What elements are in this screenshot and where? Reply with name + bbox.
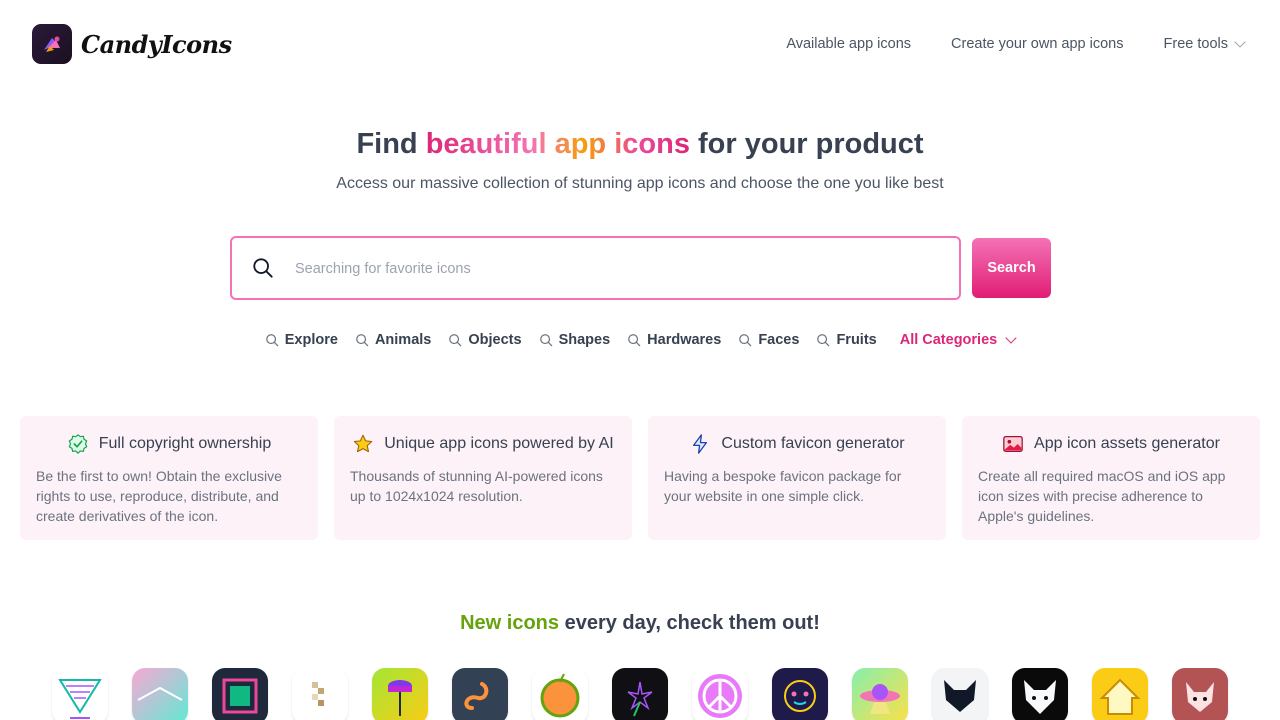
search-input[interactable] — [295, 256, 935, 282]
hero-title-highlight: beautiful app icons — [425, 128, 690, 160]
app-icon-ufo[interactable] — [852, 668, 908, 720]
category-label: Fruits — [836, 332, 877, 348]
brand-logo[interactable]: CandyIcons — [32, 24, 232, 64]
feature-card-copyright: Full copyright ownership Be the first to… — [20, 416, 318, 540]
nav-free-tools[interactable]: Free tools — [1163, 36, 1246, 52]
feature-description: Be the first to own! Obtain the exclusiv… — [36, 468, 282, 524]
feature-description: Having a bespoke favicon package for you… — [664, 468, 902, 504]
category-label: Animals — [374, 332, 432, 348]
feature-title: Custom favicon generator — [721, 435, 905, 452]
search-icon — [739, 334, 752, 347]
app-icon-funnel[interactable] — [52, 668, 108, 720]
star-icon — [353, 434, 373, 453]
feature-title: App icon assets generator — [1034, 435, 1220, 452]
new-icons-heading: New icons every day, check them out! — [0, 612, 1280, 635]
search-icon — [817, 334, 830, 347]
lightning-icon — [693, 434, 708, 454]
category-shapes[interactable]: Shapes — [539, 332, 611, 348]
app-icon-swan[interactable] — [452, 668, 508, 720]
app-icon-house[interactable] — [1092, 668, 1148, 720]
search-icon — [449, 334, 462, 347]
category-animals[interactable]: Animals — [355, 332, 431, 348]
app-icon-peace[interactable] — [692, 668, 748, 720]
app-icon-grill[interactable] — [372, 668, 428, 720]
app-icon-wolf[interactable] — [1012, 668, 1068, 720]
new-icons-grid — [52, 668, 1228, 720]
search-icon — [539, 334, 552, 347]
category-objects[interactable]: Objects — [448, 332, 522, 348]
site-header: CandyIcons Available app icons Create yo… — [0, 0, 1280, 88]
hero-title-pre: Find — [356, 128, 426, 160]
feature-card-assets: App icon assets generator Create all req… — [962, 416, 1260, 540]
app-icon-pixel[interactable] — [292, 668, 348, 720]
feature-card-favicon: Custom favicon generator Having a bespok… — [648, 416, 946, 540]
app-icon-frame[interactable] — [212, 668, 268, 720]
chevron-down-icon — [1005, 332, 1017, 344]
new-icons-highlight: New icons — [460, 612, 560, 634]
category-bar: Explore Animals Objects Shapes Hardwares… — [0, 332, 1280, 348]
category-fruits[interactable]: Fruits — [816, 332, 877, 348]
nav-create-icons[interactable]: Create your own app icons — [951, 36, 1124, 52]
category-label: Hardwares — [647, 332, 722, 348]
all-categories-dropdown[interactable]: All Categories — [899, 332, 1017, 348]
category-label: Shapes — [558, 332, 611, 348]
search-button[interactable]: Search — [972, 238, 1051, 298]
app-icon-monkey[interactable] — [772, 668, 828, 720]
search-icon — [356, 334, 369, 347]
feature-header: Unique app icons powered by AI — [350, 432, 616, 456]
search-icon — [253, 258, 273, 278]
hero-title: Find beautiful app icons for your produc… — [0, 128, 1280, 161]
logo-icon — [32, 24, 72, 64]
feature-header: App icon assets generator — [978, 432, 1244, 456]
app-icon-peach[interactable] — [532, 668, 588, 720]
brand-name: CandyIcons — [81, 29, 232, 59]
feature-description: Thousands of stunning AI-powered icons u… — [350, 468, 603, 504]
hero-subtitle: Access our massive collection of stunnin… — [336, 175, 944, 192]
category-label: Objects — [468, 332, 522, 348]
image-icon — [1003, 436, 1023, 452]
app-icon-fox-dark[interactable] — [932, 668, 988, 720]
shield-check-icon — [68, 434, 88, 454]
app-icon-fox-red[interactable] — [1172, 668, 1228, 720]
category-explore[interactable]: Explore — [265, 332, 338, 348]
feature-header: Custom favicon generator — [664, 432, 930, 456]
hero-title-post: for your product — [689, 128, 924, 160]
category-label: Explore — [284, 332, 338, 348]
category-faces[interactable]: Faces — [738, 332, 799, 348]
nav-available-icons[interactable]: Available app icons — [786, 36, 911, 52]
search-bar — [230, 236, 961, 300]
category-label: Faces — [758, 332, 800, 348]
feature-description: Create all required macOS and iOS app ic… — [978, 468, 1226, 524]
search-icon — [628, 334, 641, 347]
feature-title: Full copyright ownership — [98, 435, 272, 452]
app-icon-wave[interactable] — [132, 668, 188, 720]
search-icon — [265, 334, 279, 347]
new-icons-rest: every day, check them out! — [559, 612, 820, 634]
all-categories-label: All Categories — [899, 332, 998, 348]
feature-title: Unique app icons powered by AI — [384, 435, 614, 452]
feature-card-ai: Unique app icons powered by AI Thousands… — [334, 416, 632, 540]
nav-free-tools-label: Free tools — [1163, 36, 1228, 52]
app-icon-flower[interactable] — [612, 668, 668, 720]
chevron-down-icon — [1234, 36, 1246, 48]
feature-header: Full copyright ownership — [36, 432, 302, 456]
category-hardwares[interactable]: Hardwares — [627, 332, 721, 348]
main-nav: Available app icons Create your own app … — [786, 36, 1246, 52]
